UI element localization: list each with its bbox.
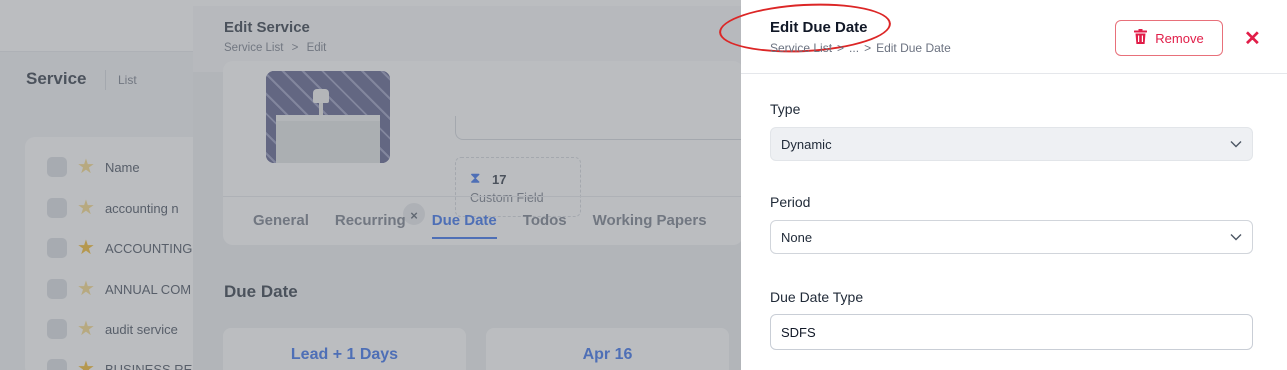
type-select[interactable]: Dynamic bbox=[770, 127, 1253, 161]
edit-due-date-drawer: Edit Due Date Service List >... > Edit Due … bbox=[717, 0, 1287, 370]
breadcrumb-middle[interactable]: ... bbox=[849, 41, 859, 55]
period-select-value: None bbox=[781, 229, 813, 245]
type-select-value: Dynamic bbox=[781, 136, 832, 152]
drawer-header: Edit Due Date Service List >... > Edit Due … bbox=[717, 0, 1287, 74]
remove-button-label: Remove bbox=[1155, 30, 1204, 46]
drawer-title: Edit Due Date bbox=[770, 19, 868, 36]
due-date-type-input[interactable] bbox=[770, 314, 1253, 350]
breadcrumb: Service List >... > Edit Due Date bbox=[770, 41, 951, 55]
breadcrumb-separator: > bbox=[864, 41, 872, 55]
trash-icon bbox=[1134, 28, 1148, 48]
due-date-type-label: Due Date Type bbox=[770, 289, 864, 305]
remove-button[interactable]: Remove bbox=[1115, 20, 1223, 56]
chevron-down-icon bbox=[1230, 230, 1242, 244]
breadcrumb-separator: > bbox=[837, 41, 845, 55]
period-select[interactable]: None bbox=[770, 220, 1253, 254]
period-label: Period bbox=[770, 194, 811, 210]
close-icon[interactable]: ✕ bbox=[1244, 26, 1261, 51]
type-label: Type bbox=[770, 101, 801, 117]
breadcrumb-root[interactable]: Service List bbox=[770, 41, 832, 55]
breadcrumb-current: Edit Due Date bbox=[876, 41, 951, 55]
chevron-down-icon bbox=[1230, 137, 1242, 151]
